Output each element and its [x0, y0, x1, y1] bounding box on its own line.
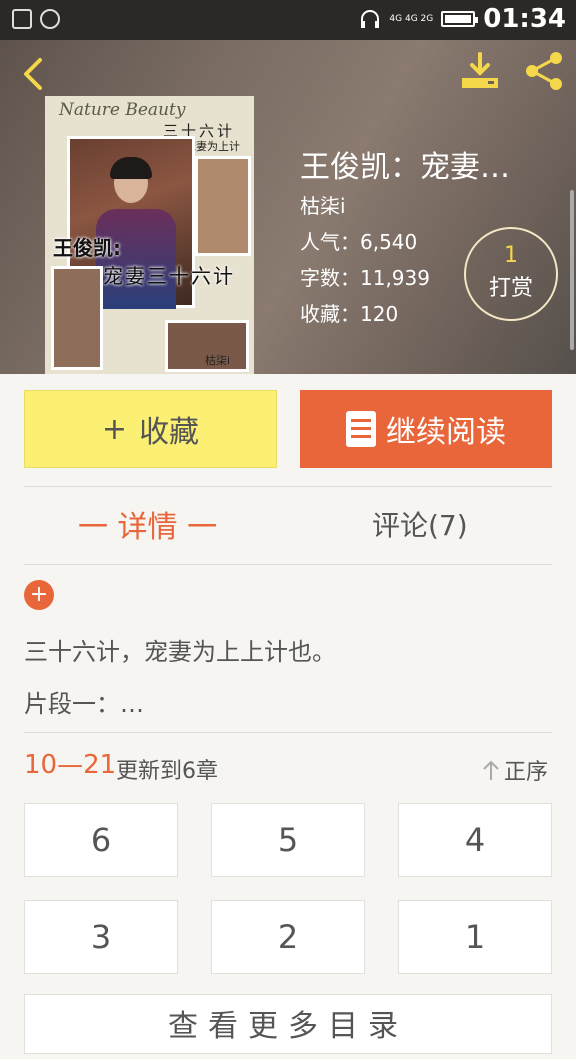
cover-big-title-1: 王俊凯: [53, 236, 121, 260]
tip-count: 1 [504, 243, 518, 268]
divider [24, 564, 552, 565]
chapter-button[interactable]: 2 [211, 900, 365, 974]
continue-reading-button[interactable]: 继续阅读 [300, 390, 552, 468]
chapter-button[interactable]: 6 [24, 803, 178, 877]
chapter-button[interactable]: 1 [398, 900, 552, 974]
headphones-icon [361, 10, 380, 28]
book-favorites: 收藏：120 [300, 302, 399, 326]
description-line-1: 三十六计，宠妻为上上计也。 [24, 638, 336, 666]
cover-en-title: Nature Beauty [59, 100, 186, 120]
network-indicator: 4G 4G 2G [389, 13, 434, 24]
divider [24, 732, 552, 733]
download-icon[interactable] [458, 50, 502, 92]
add-favorite-button[interactable]: + 收藏 [24, 390, 277, 468]
cover-signature: 枯柒i [205, 354, 231, 367]
share-icon[interactable] [522, 50, 566, 92]
chapter-button[interactable]: 5 [211, 803, 365, 877]
tip-label: 打赏 [488, 276, 533, 301]
battery-icon [441, 11, 479, 27]
favorite-label: 收藏 [139, 415, 200, 450]
view-more-chapters-button[interactable]: 查看更多目录 [24, 994, 552, 1054]
gallery-icon [12, 9, 32, 29]
music-icon [40, 9, 60, 29]
description-line-2: 片段一：… [24, 690, 144, 718]
tab-comments[interactable]: 评论(7) [372, 504, 468, 544]
tab-detail[interactable]: 一 详情 一 [78, 502, 217, 546]
scrollbar[interactable] [570, 190, 574, 350]
back-arrow-icon[interactable] [14, 54, 54, 94]
book-word-count: 字数：11,939 [300, 266, 430, 290]
chapter-button[interactable]: 4 [398, 803, 552, 877]
divider [24, 486, 552, 487]
book-author[interactable]: 枯柒i [300, 190, 346, 219]
update-date: 10—21 [24, 750, 117, 780]
expand-description-button[interactable]: + [24, 580, 54, 610]
sort-toggle[interactable]: 正序 [482, 754, 548, 786]
tip-button[interactable]: 1 打赏 [464, 227, 558, 321]
continue-reading-label: 继续阅读 [386, 415, 506, 450]
status-bar: 4G 4G 2G 01:34 [0, 0, 576, 40]
plus-icon: + [101, 411, 128, 447]
book-cover[interactable]: Nature Beauty 三十六计 宠妻为上计 王俊凯: 宠妻三十六计 枯柒i [45, 96, 254, 374]
update-status: 更新到6章 [116, 759, 218, 784]
chapter-button[interactable]: 3 [24, 900, 178, 974]
book-popularity: 人气：6,540 [300, 230, 418, 254]
arrow-up-icon [483, 760, 499, 780]
sort-label: 正序 [504, 760, 549, 785]
clock: 01:34 [483, 4, 566, 34]
cover-big-title-2: 宠妻三十六计 [103, 264, 235, 288]
cover-photo-2 [195, 156, 251, 256]
cover-photo-3 [51, 266, 103, 370]
book-icon [346, 411, 376, 447]
book-title: 王俊凯：宠妻… [300, 150, 510, 185]
